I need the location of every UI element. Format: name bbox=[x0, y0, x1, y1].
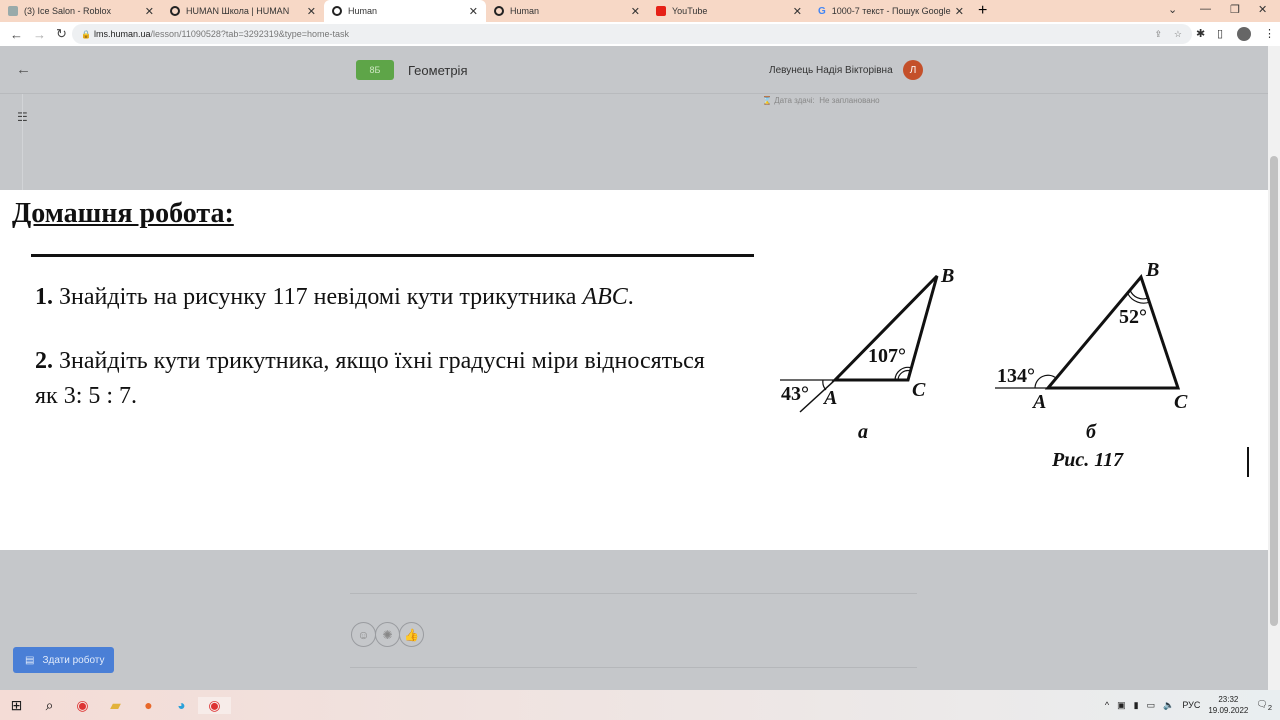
divider bbox=[350, 593, 917, 594]
angle-label: 107° bbox=[868, 345, 906, 367]
scrollbar[interactable] bbox=[1268, 46, 1280, 690]
notifications-icon[interactable]: 🗨2 bbox=[1256, 699, 1272, 712]
volume-icon[interactable]: 🔈 bbox=[1163, 700, 1174, 711]
meet-icon[interactable]: ▣ bbox=[1117, 700, 1126, 711]
document-icon: ▤ bbox=[25, 654, 35, 666]
angle-label: 43° bbox=[781, 383, 809, 405]
smile-icon[interactable]: ☺ bbox=[351, 622, 376, 647]
label-b: B bbox=[1145, 259, 1159, 281]
system-tray: ^ ▣ ▮ ▭ 🔈 РУС 23:32 19.09.2022 🗨2 bbox=[1105, 690, 1280, 720]
network-icon[interactable]: ▭ bbox=[1147, 700, 1156, 711]
label-b: B bbox=[940, 265, 954, 287]
label-c: C bbox=[912, 379, 926, 401]
taskbar: ⊞ ⌕ ◉ ▰ ● ◕ ◉ ^ ▣ ▮ ▭ 🔈 РУС 23:32 19.09.2… bbox=[0, 690, 1280, 720]
telegram-icon[interactable]: ◕ bbox=[165, 697, 198, 713]
divider bbox=[350, 667, 917, 668]
brain-icon[interactable]: ✺ bbox=[375, 622, 400, 647]
file-explorer-icon[interactable]: ▰ bbox=[99, 697, 132, 714]
clock[interactable]: 23:32 19.09.2022 bbox=[1208, 694, 1248, 716]
scrollbar-thumb[interactable] bbox=[1270, 156, 1278, 626]
microphone-icon[interactable]: ▮ bbox=[1134, 700, 1139, 711]
chevron-up-icon[interactable]: ^ bbox=[1105, 700, 1109, 710]
figure-label: б bbox=[1086, 421, 1097, 443]
language-indicator[interactable]: РУС bbox=[1182, 700, 1200, 710]
angle-label: 134° bbox=[997, 365, 1035, 387]
submit-work-button[interactable]: ▤ Здати роботу bbox=[13, 647, 114, 673]
label-a: A bbox=[1031, 391, 1046, 413]
windows-start-icon[interactable]: ⊞ bbox=[0, 697, 33, 714]
figure-label: а bbox=[858, 421, 868, 443]
browser-icon[interactable]: ◉ bbox=[198, 696, 231, 714]
search-icon[interactable]: ⌕ bbox=[33, 697, 66, 714]
figure-caption: Рис. 117 bbox=[1051, 449, 1124, 471]
figure-117: B C A 107° 43° а B C A 52° 134° б Рис. 1… bbox=[780, 259, 1188, 471]
thumbs-up-icon[interactable]: 👍 bbox=[399, 622, 424, 647]
app-icon-2[interactable]: ● bbox=[132, 697, 165, 713]
reactions: ☺ ✺ 👍 bbox=[351, 622, 424, 647]
chrome-icon[interactable]: ◉ bbox=[66, 697, 99, 714]
label-a: A bbox=[822, 387, 837, 409]
label-c: C bbox=[1174, 391, 1188, 413]
angle-label: 52° bbox=[1119, 306, 1147, 328]
